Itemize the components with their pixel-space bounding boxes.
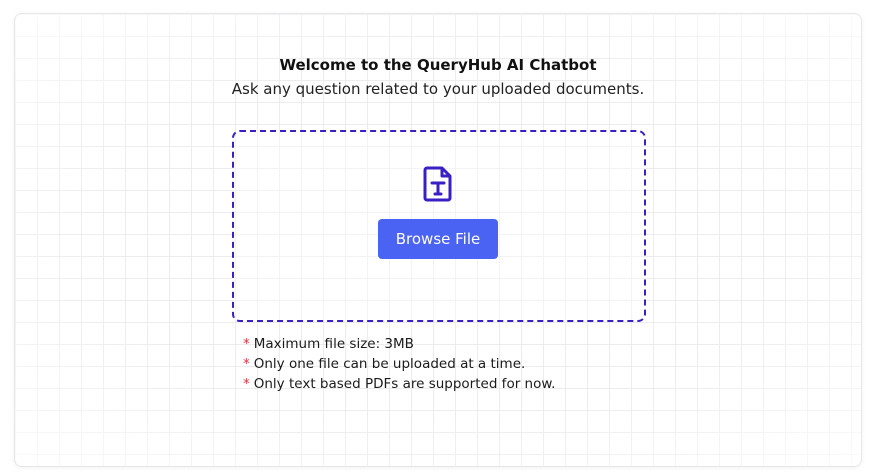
text-file-icon [421, 165, 455, 203]
required-marker: * [243, 336, 250, 352]
page-subtitle: Ask any question related to your uploade… [231, 80, 645, 98]
page-title: Welcome to the QueryHub AI Chatbot [279, 56, 597, 74]
file-dropzone[interactable]: Browse File [232, 130, 646, 322]
note-text: Only text based PDFs are supported for n… [253, 376, 556, 392]
browse-file-button[interactable]: Browse File [378, 219, 498, 259]
note-text: Maximum file size: 3MB [253, 336, 414, 352]
note-text: Only one file can be uploaded at a time. [253, 356, 526, 372]
required-marker: * [243, 376, 250, 392]
list-item: * Only one file can be uploaded at a time… [243, 354, 555, 374]
upload-card: Welcome to the QueryHub AI Chatbot Ask a… [14, 13, 862, 467]
list-item: * Maximum file size: 3MB [243, 334, 555, 354]
required-marker: * [243, 356, 250, 372]
upload-requirements-list: * Maximum file size: 3MB * Only one file c… [243, 334, 555, 394]
list-item: * Only text based PDFs are supported for … [243, 374, 555, 394]
